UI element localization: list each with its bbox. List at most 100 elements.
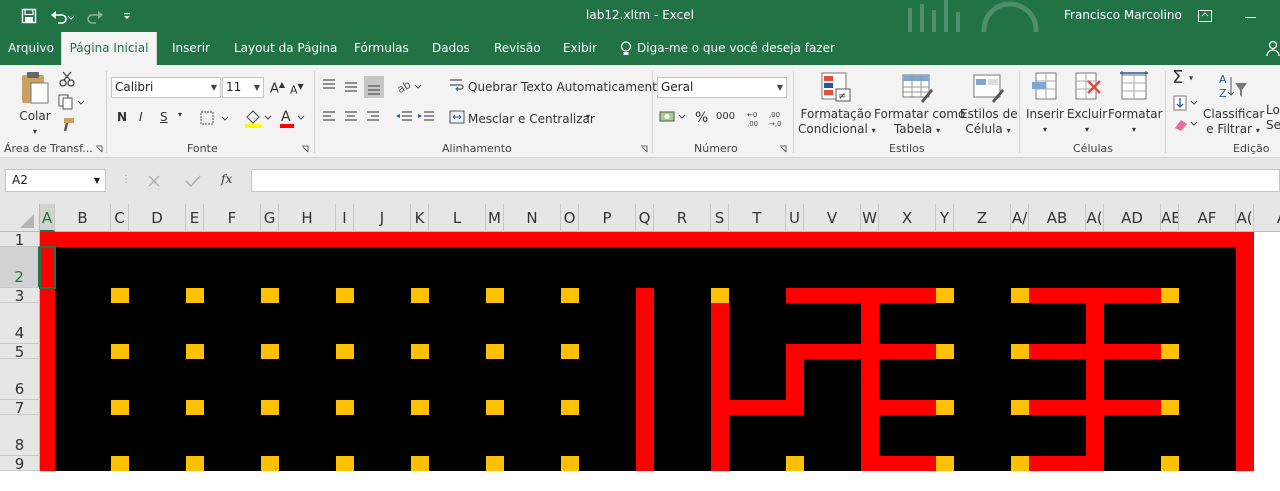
floor-cell[interactable] <box>954 288 1011 303</box>
floor-cell[interactable] <box>711 247 729 288</box>
wall-cell[interactable] <box>861 400 879 415</box>
floor-cell[interactable] <box>504 303 561 344</box>
floor-cell[interactable] <box>279 456 336 471</box>
floor-cell[interactable] <box>1029 415 1086 456</box>
row-header[interactable]: 8 <box>0 415 40 456</box>
horizontal-align-icons[interactable] <box>320 110 384 124</box>
wall-cell[interactable] <box>861 288 879 303</box>
pellet-cell[interactable] <box>261 288 279 303</box>
floor-cell[interactable] <box>111 303 129 344</box>
pellet-cell[interactable] <box>486 288 504 303</box>
pellet-cell[interactable] <box>111 288 129 303</box>
wrap-text-icon[interactable] <box>449 77 465 93</box>
column-header[interactable]: F <box>204 204 261 232</box>
floor-cell[interactable] <box>879 303 936 344</box>
floor-cell[interactable] <box>129 400 186 415</box>
row-header[interactable]: 7 <box>0 400 40 415</box>
floor-cell[interactable] <box>429 288 486 303</box>
wall-cell[interactable] <box>654 232 711 247</box>
wall-cell[interactable] <box>1236 303 1254 344</box>
column-header[interactable]: A <box>1254 204 1280 232</box>
column-header[interactable]: K <box>411 204 429 232</box>
floor-cell[interactable] <box>1086 247 1104 288</box>
floor-cell[interactable] <box>204 247 261 288</box>
format-as-table-button[interactable]: Formatar como Tabela ▾ <box>874 71 965 138</box>
pellet-cell[interactable] <box>411 400 429 415</box>
floor-cell[interactable] <box>879 415 936 456</box>
wall-cell[interactable] <box>879 344 936 359</box>
floor-cell[interactable] <box>1104 303 1161 344</box>
wall-cell[interactable] <box>711 415 729 456</box>
cell[interactable] <box>1254 415 1280 456</box>
floor-cell[interactable] <box>354 344 411 359</box>
wall-cell[interactable] <box>786 359 804 400</box>
tab-pagina-inicial[interactable]: Página Inicial <box>61 32 157 65</box>
tab-exibir[interactable]: Exibir <box>563 32 597 65</box>
wall-cell[interactable] <box>861 359 879 400</box>
wall-cell[interactable] <box>1236 232 1254 247</box>
column-header[interactable]: O <box>561 204 579 232</box>
wall-cell[interactable] <box>1029 456 1086 471</box>
orientation-icon[interactable]: ab <box>395 77 425 95</box>
pellet-cell[interactable] <box>1011 288 1029 303</box>
wall-cell[interactable] <box>1236 344 1254 359</box>
floor-cell[interactable] <box>129 344 186 359</box>
floor-cell[interactable] <box>1104 456 1161 471</box>
column-header[interactable]: A/ <box>1011 204 1029 232</box>
floor-cell[interactable] <box>579 400 636 415</box>
wall-cell[interactable] <box>711 400 729 415</box>
floor-cell[interactable] <box>1161 415 1179 456</box>
wall-cell[interactable] <box>954 232 1011 247</box>
column-header[interactable]: B <box>55 204 111 232</box>
floor-cell[interactable] <box>1104 247 1161 288</box>
floor-cell[interactable] <box>411 247 429 288</box>
wall-cell[interactable] <box>1029 288 1086 303</box>
percent-style-button[interactable]: % <box>695 110 708 126</box>
floor-cell[interactable] <box>561 415 579 456</box>
wall-cell[interactable] <box>204 232 261 247</box>
clear-icon[interactable] <box>1172 116 1200 132</box>
floor-cell[interactable] <box>129 303 186 344</box>
wall-cell[interactable] <box>504 232 561 247</box>
floor-cell[interactable] <box>579 415 636 456</box>
column-header[interactable]: X <box>879 204 936 232</box>
floor-cell[interactable] <box>936 415 954 456</box>
floor-cell[interactable] <box>786 247 804 288</box>
wall-cell[interactable] <box>804 232 861 247</box>
floor-cell[interactable] <box>279 288 336 303</box>
floor-cell[interactable] <box>261 303 279 344</box>
wall-cell[interactable] <box>1086 400 1104 415</box>
pellet-cell[interactable] <box>1161 400 1179 415</box>
wall-cell[interactable] <box>1236 415 1254 456</box>
floor-cell[interactable] <box>1011 303 1029 344</box>
pellet-cell[interactable] <box>411 456 429 471</box>
floor-cell[interactable] <box>1011 247 1029 288</box>
wall-cell[interactable] <box>636 288 654 303</box>
floor-cell[interactable] <box>429 359 486 400</box>
floor-cell[interactable] <box>129 456 186 471</box>
pellet-cell[interactable] <box>411 288 429 303</box>
wall-cell[interactable] <box>55 232 111 247</box>
comma-style-button[interactable]: 000 <box>716 111 735 122</box>
wall-cell[interactable] <box>786 400 804 415</box>
floor-cell[interactable] <box>729 303 786 344</box>
dialog-launcher-icon[interactable] <box>301 145 309 153</box>
indent-icons[interactable] <box>395 110 439 124</box>
underline-button[interactable]: S <box>160 110 168 124</box>
wall-cell[interactable] <box>636 400 654 415</box>
tab-arquivo[interactable]: Arquivo <box>8 32 54 65</box>
column-header[interactable]: J <box>354 204 411 232</box>
floor-cell[interactable] <box>654 456 711 471</box>
wall-cell[interactable] <box>1161 232 1179 247</box>
fill-icon[interactable] <box>1172 95 1200 111</box>
floor-cell[interactable] <box>111 415 129 456</box>
floor-cell[interactable] <box>804 400 861 415</box>
floor-cell[interactable] <box>561 247 579 288</box>
number-format-select[interactable]: Geral ▼ <box>657 77 787 98</box>
pellet-cell[interactable] <box>936 400 954 415</box>
column-header[interactable]: C <box>111 204 129 232</box>
floor-cell[interactable] <box>204 456 261 471</box>
floor-cell[interactable] <box>579 359 636 400</box>
wall-cell[interactable] <box>861 344 879 359</box>
column-header[interactable]: AB <box>1029 204 1086 232</box>
